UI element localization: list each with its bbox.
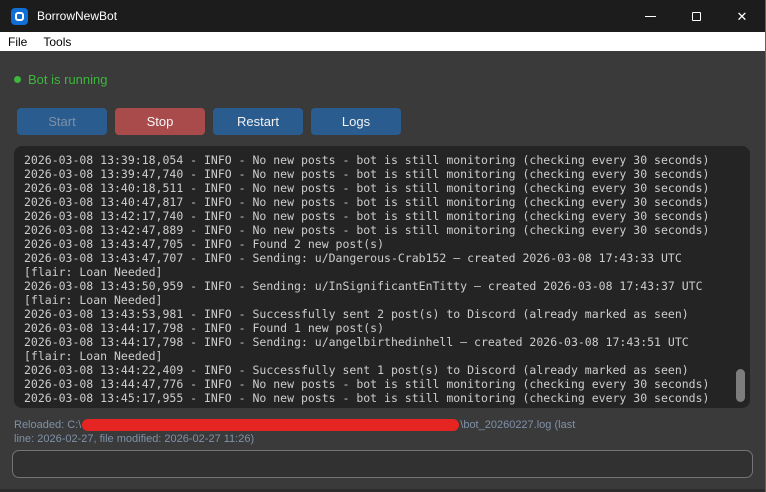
log-line: 2026-03-08 13:44:47,776 - INFO - No new … <box>24 377 710 391</box>
log-line: [flair: Loan Needed] <box>24 265 163 279</box>
log-line: 2026-03-08 13:43:47,707 - INFO - Sending… <box>24 251 682 265</box>
app-icon-glyph <box>15 11 24 21</box>
menu-item-file[interactable]: File <box>0 32 35 51</box>
status-dot-icon <box>14 76 21 83</box>
log-line: 2026-03-08 13:44:17,798 - INFO - Sending… <box>24 335 689 349</box>
logs-button[interactable]: Logs <box>311 108 401 135</box>
log-line: 2026-03-08 13:45:17,955 - INFO - No new … <box>24 391 710 405</box>
log-line: 2026-03-08 13:39:18,054 - INFO - No new … <box>24 153 710 167</box>
minimize-button[interactable] <box>627 0 673 32</box>
bot-status-indicator: Bot is running <box>14 72 108 87</box>
window-title: BorrowNewBot <box>37 9 118 23</box>
log-line: 2026-03-08 13:40:47,817 - INFO - No new … <box>24 195 710 209</box>
status-text: Bot is running <box>28 72 108 87</box>
reload-status: Reloaded: C:\ \bot_20260227.log (last li… <box>14 418 754 446</box>
window-controls: ✕ <box>627 0 765 32</box>
close-button[interactable]: ✕ <box>719 0 765 32</box>
maximize-icon <box>691 11 701 21</box>
log-line: 2026-03-08 13:39:47,740 - INFO - No new … <box>24 167 710 181</box>
app-window: BorrowNewBot ✕ File Tools Bot is running… <box>0 0 766 492</box>
log-line: 2026-03-08 13:44:17,798 - INFO - Found 1… <box>24 321 385 335</box>
reload-status-line1: Reloaded: C:\ \bot_20260227.log (last <box>14 418 754 432</box>
stop-button[interactable]: Stop <box>115 108 205 135</box>
log-line: 2026-03-08 13:42:47,889 - INFO - No new … <box>24 223 710 237</box>
log-line: 2026-03-08 13:42:17,740 - INFO - No new … <box>24 209 710 223</box>
minimize-icon <box>644 15 656 17</box>
log-line: 2026-03-08 13:43:53,981 - INFO - Success… <box>24 307 689 321</box>
log-line: [flair: Loan Needed] <box>24 349 163 363</box>
log-line: 2026-03-08 13:43:47,705 - INFO - Found 2… <box>24 237 385 251</box>
restart-button[interactable]: Restart <box>213 108 303 135</box>
reload-status-suffix: \bot_20260227.log (last <box>460 419 576 431</box>
app-icon <box>11 7 28 25</box>
log-line: 2026-03-08 13:40:18,511 - INFO - No new … <box>24 181 710 195</box>
redaction-bar <box>82 419 460 431</box>
title-bar: BorrowNewBot ✕ <box>0 0 765 32</box>
start-button[interactable]: Start <box>17 108 107 135</box>
log-content: 2026-03-08 13:39:18,054 - INFO - No new … <box>14 146 750 408</box>
menu-item-tools[interactable]: Tools <box>35 32 79 51</box>
close-icon: ✕ <box>736 8 748 24</box>
log-line: 2026-03-08 13:43:50,959 - INFO - Sending… <box>24 279 703 293</box>
maximize-button[interactable] <box>673 0 719 32</box>
button-row: Start Stop Restart Logs <box>17 108 401 135</box>
command-input[interactable] <box>12 450 753 478</box>
reload-status-line2: line: 2026-02-27, file modified: 2026-02… <box>14 433 255 445</box>
log-line: 2026-03-08 13:44:22,409 - INFO - Success… <box>24 363 689 377</box>
reload-status-prefix: Reloaded: C:\ <box>14 419 82 431</box>
log-viewer[interactable]: 2026-03-08 13:39:18,054 - INFO - No new … <box>14 146 750 408</box>
menu-bar: File Tools <box>0 32 765 51</box>
log-scrollbar[interactable] <box>736 369 745 402</box>
log-line: [flair: Loan Needed] <box>24 293 163 307</box>
